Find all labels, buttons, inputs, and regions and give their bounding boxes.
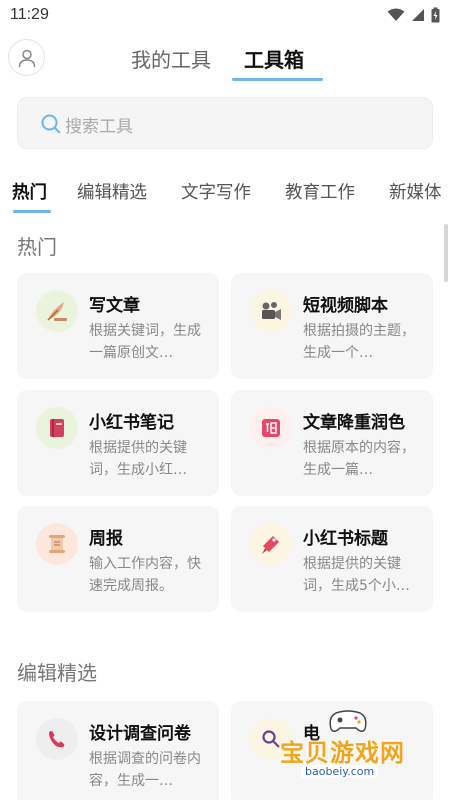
card-description: 根据提供的关键词，生成5个小… (303, 556, 410, 594)
card-description: 根据原本的内容，生成一篇… (303, 440, 415, 478)
watermark: 宝贝游戏网 baobeiy.com (272, 705, 448, 795)
category-tab-editor-picks[interactable]: 编辑精选 (77, 179, 147, 204)
category-active-indicator (13, 210, 51, 213)
card-description: 根据拍摄的主题，生成一个… (303, 323, 415, 361)
quill-icon (47, 302, 67, 321)
scroll-icon (49, 535, 65, 553)
tab-my-tools[interactable]: 我的工具 (131, 44, 211, 73)
card-icon-bg (250, 407, 292, 449)
card-description: 根据提供的关键词，生成小红… (89, 440, 187, 478)
card-icon-bg (250, 523, 292, 565)
scrollbar-thumb[interactable] (444, 224, 448, 282)
status-bar: 11:29 (0, 0, 450, 32)
section-title-hot: 热门 (17, 235, 57, 259)
camera-icon (262, 302, 281, 320)
tab-active-indicator (232, 78, 323, 81)
card-icon-bg (36, 407, 78, 449)
card-description: 根据关键词，生成一篇原创文… (89, 323, 201, 361)
search-input[interactable]: 搜索工具 (65, 112, 133, 137)
wifi-icon (387, 8, 405, 21)
card-title: 小红书标题 (303, 529, 388, 549)
tool-card-xiaohongshu-note[interactable]: 小红书笔记 根据提供的关键词，生成小红… (17, 390, 219, 496)
watermark-url: baobeiy.com (301, 765, 379, 778)
gamepad-icon (329, 710, 367, 732)
category-tabs: 热门 编辑精选 文字写作 教育工作 新媒体 (0, 176, 450, 216)
status-icons (387, 7, 440, 23)
tool-card-survey-design[interactable]: 设计调查问卷 根据调查的问卷内容，生成一… (17, 701, 219, 800)
card-title: 设计调查问卷 (89, 724, 191, 744)
category-tab-new-media[interactable]: 新媒体 (389, 179, 442, 204)
avatar[interactable] (8, 39, 45, 76)
polish-icon (262, 419, 280, 437)
notebook-icon (50, 419, 64, 437)
tool-card-xiaohongshu-title[interactable]: 小红书标题 根据提供的关键词，生成5个小… (231, 506, 433, 612)
search-icon (41, 114, 61, 134)
category-tab-education[interactable]: 教育工作 (285, 179, 355, 204)
watermark-text: 宝贝游戏网 (280, 739, 405, 767)
card-description: 输入工作内容，快速完成周报。 (89, 556, 201, 594)
tool-card-video-script[interactable]: 短视频脚本 根据拍摄的主题，生成一个… (231, 273, 433, 379)
signal-icon (412, 9, 424, 21)
search-box[interactable]: 搜索工具 (17, 97, 433, 149)
card-title: 周报 (89, 529, 123, 549)
tool-card-weekly-report[interactable]: 周报 输入工作内容，快速完成周报。 (17, 506, 219, 612)
tab-toolbox[interactable]: 工具箱 (244, 44, 304, 73)
battery-charging-icon (431, 7, 440, 23)
section-title-editor-picks: 编辑精选 (17, 661, 97, 685)
card-title: 短视频脚本 (303, 296, 388, 316)
tool-card-article-polish[interactable]: 文章降重润色 根据原本的内容，生成一篇… (231, 390, 433, 496)
card-icon-bg (36, 718, 78, 760)
header: 我的工具 工具箱 (0, 36, 450, 86)
card-icon-bg (250, 290, 292, 332)
card-title: 写文章 (89, 296, 140, 316)
category-tab-writing[interactable]: 文字写作 (181, 179, 251, 204)
bookmark-icon (262, 536, 279, 554)
card-description: 根据调查的问卷内容，生成一… (89, 751, 201, 789)
card-title: 小红书笔记 (89, 413, 174, 433)
card-icon-bg (36, 290, 78, 332)
category-tab-hot[interactable]: 热门 (12, 179, 47, 204)
status-time: 11:29 (10, 6, 49, 23)
user-icon (18, 49, 35, 67)
card-title: 文章降重润色 (303, 413, 405, 433)
tool-card-write-article[interactable]: 写文章 根据关键词，生成一篇原创文… (17, 273, 219, 379)
phone-icon (49, 731, 65, 748)
card-icon-bg (36, 523, 78, 565)
